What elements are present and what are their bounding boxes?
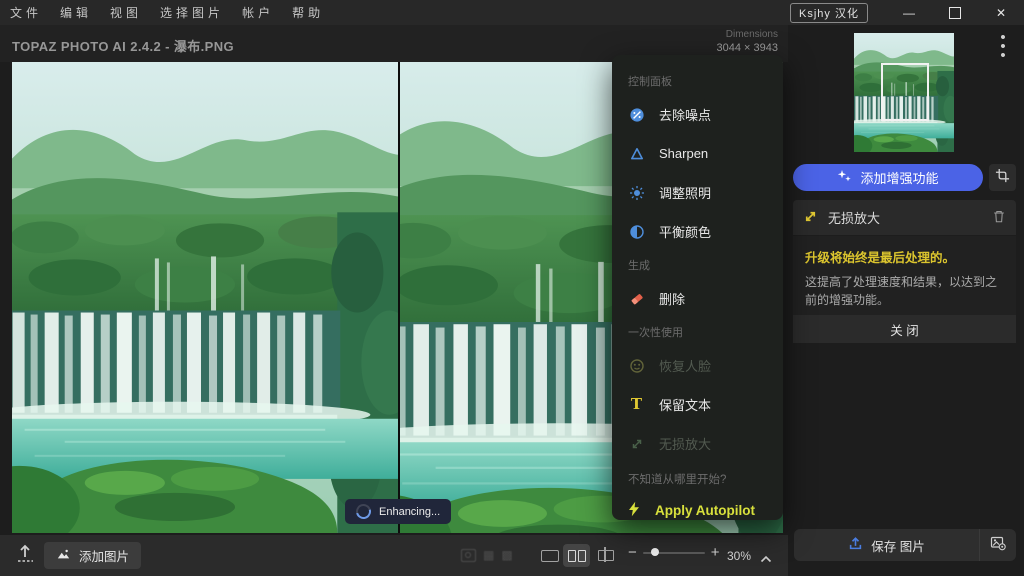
menu-section-one-time: 一次性使用 — [612, 324, 783, 340]
image-icon — [56, 547, 71, 564]
preview-icon — [461, 549, 476, 562]
export-settings-button[interactable] — [979, 529, 1016, 561]
menu-account[interactable]: 帐户 — [242, 4, 274, 21]
zoom-slider-knob[interactable] — [651, 548, 659, 556]
zoom-out-button[interactable]: − — [628, 544, 637, 561]
enhancement-menu: 控制面板 去除噪点 Sharpen 调整照明 平衡颜色 生成 — [612, 55, 783, 520]
help-link[interactable]: 不知道从哪里开始? — [612, 463, 783, 489]
save-image-button[interactable]: 保存 图片 — [794, 529, 979, 561]
zoom-slider[interactable] — [643, 552, 705, 554]
menu-item-label: 平衡颜色 — [659, 222, 711, 241]
upscale-arrow-icon — [628, 435, 645, 452]
dimensions-value: 3044 × 3943 — [717, 42, 778, 54]
upscale-yellow-arrow-icon — [803, 209, 818, 227]
menu-bar: 文件 编辑 视图 选择图片 帐户 帮助 Ksjhy 汉化 — ✕ — [0, 0, 1024, 25]
save-image-label: 保存 图片 — [871, 536, 924, 555]
view-split-button[interactable] — [563, 544, 590, 567]
import-icon[interactable] — [16, 543, 34, 570]
zoom-in-button[interactable]: + — [711, 544, 720, 561]
menu-item-label: 无损放大 — [659, 434, 711, 453]
trash-icon[interactable] — [992, 209, 1006, 227]
enhancing-toast: Enhancing... — [345, 499, 451, 524]
lightning-bolt-icon — [626, 501, 642, 520]
menu-item-label: 调整照明 — [659, 183, 711, 202]
view-single-button[interactable] — [536, 544, 563, 567]
bottom-toolbar: 添加图片 ▦ ▩ − + 30% — [0, 535, 788, 576]
slider-view-icon — [598, 550, 614, 561]
menu-select-image[interactable]: 选择图片 — [160, 4, 224, 21]
menu-item-label: 去除噪点 — [659, 105, 711, 124]
autopilot-label: Apply Autopilot — [655, 503, 755, 518]
menu-item-adjust-lighting[interactable]: 调整照明 — [612, 173, 783, 212]
view-slider-button[interactable] — [592, 544, 619, 567]
sparkles-icon — [837, 169, 852, 186]
zoom-control: − + — [628, 544, 720, 561]
add-image-label: 添加图片 — [79, 546, 129, 565]
preserve-text-icon: T — [628, 396, 645, 413]
kebab-menu-icon[interactable]: ••• — [993, 33, 1013, 63]
upscale-panel-title: 无损放大 — [828, 208, 880, 227]
close-button[interactable]: ✕ — [978, 0, 1024, 25]
dimensions-label: Dimensions — [717, 29, 778, 40]
sharpen-icon — [628, 145, 645, 162]
menu-item-balance-color[interactable]: 平衡颜色 — [612, 212, 783, 251]
split-view-icon — [568, 550, 586, 562]
comparison-panel-original[interactable] — [12, 62, 398, 533]
single-view-icon — [541, 550, 559, 562]
image-dimensions: Dimensions 3044 × 3943 — [717, 29, 778, 54]
dimmed-view-tools: ▦ ▩ — [461, 548, 513, 562]
right-sidebar: ••• 添加增强功能 无损放大 升级将始终是最后处理的。 这提高了处理速度和结 — [788, 25, 1024, 576]
menu-file[interactable]: 文件 — [10, 4, 42, 21]
upscale-note-title: 升级将始终是最后处理的。 — [805, 247, 1004, 266]
add-enhancement-label: 添加增强功能 — [860, 168, 938, 187]
crop-button[interactable] — [989, 164, 1016, 191]
locale-badge: Ksjhy 汉化 — [790, 3, 868, 23]
app-window: 文件 编辑 视图 选择图片 帐户 帮助 Ksjhy 汉化 — ✕ TOPAZ P… — [0, 0, 1024, 576]
menu-item-label: 保留文本 — [659, 395, 711, 414]
menu-item-recover-faces[interactable]: 恢复人脸 — [612, 346, 783, 385]
upscale-note-body: 这提高了处理速度和结果，以达到之前的增强功能。 — [805, 273, 1004, 309]
menu-item-label: 恢复人脸 — [659, 356, 711, 375]
image-export-icon — [990, 535, 1006, 556]
compare-glyph-icon: ▦ — [483, 548, 494, 562]
zoom-percentage[interactable]: 30% — [727, 549, 751, 563]
menu-item-remove-noise[interactable]: 去除噪点 — [612, 95, 783, 134]
menu-edit[interactable]: 编辑 — [60, 4, 92, 21]
viewport-indicator[interactable] — [881, 63, 929, 121]
minimize-button[interactable]: — — [886, 0, 932, 25]
add-image-button[interactable]: 添加图片 — [44, 542, 141, 569]
app-title: TOPAZ PHOTO AI 2.4.2 - 瀑布.PNG — [12, 36, 234, 55]
chevron-up-icon[interactable] — [760, 550, 772, 568]
menu-item-label: 删除 — [659, 289, 685, 308]
save-row: 保存 图片 — [794, 529, 1016, 561]
recover-faces-icon — [628, 357, 645, 374]
upscale-panel-header[interactable]: 无损放大 — [793, 200, 1016, 235]
pan-glyph-icon: ▩ — [501, 548, 512, 562]
balance-color-icon — [628, 223, 645, 240]
maximize-button[interactable] — [932, 0, 978, 25]
crop-icon — [995, 168, 1010, 188]
remove-eraser-icon — [628, 290, 645, 307]
menu-item-preserve-text[interactable]: T 保留文本 — [612, 385, 783, 424]
upscale-note-card: 升级将始终是最后处理的。 这提高了处理速度和结果，以达到之前的增强功能。 — [793, 236, 1016, 321]
denoise-icon — [628, 106, 645, 123]
add-enhancement-button[interactable]: 添加增强功能 — [793, 164, 983, 191]
menu-section-generative: 生成 — [612, 257, 783, 273]
menu-section-control-panel: 控制面板 — [612, 73, 783, 89]
menu-view[interactable]: 视图 — [110, 4, 142, 21]
spinner-icon — [353, 501, 373, 521]
menu-item-upscale[interactable]: 无损放大 — [612, 424, 783, 463]
menu-help[interactable]: 帮助 — [292, 4, 324, 21]
export-upload-icon — [848, 536, 863, 554]
menu-item-remove[interactable]: 删除 — [612, 279, 783, 318]
close-panel-button[interactable]: 关 闭 — [793, 315, 1016, 343]
menu-item-sharpen[interactable]: Sharpen — [612, 134, 783, 173]
navigator-thumbnail[interactable] — [854, 33, 954, 152]
menu-item-label: Sharpen — [659, 146, 708, 161]
apply-autopilot-button[interactable]: Apply Autopilot — [612, 489, 783, 531]
lighting-icon — [628, 184, 645, 201]
enhancing-label: Enhancing... — [379, 506, 440, 518]
